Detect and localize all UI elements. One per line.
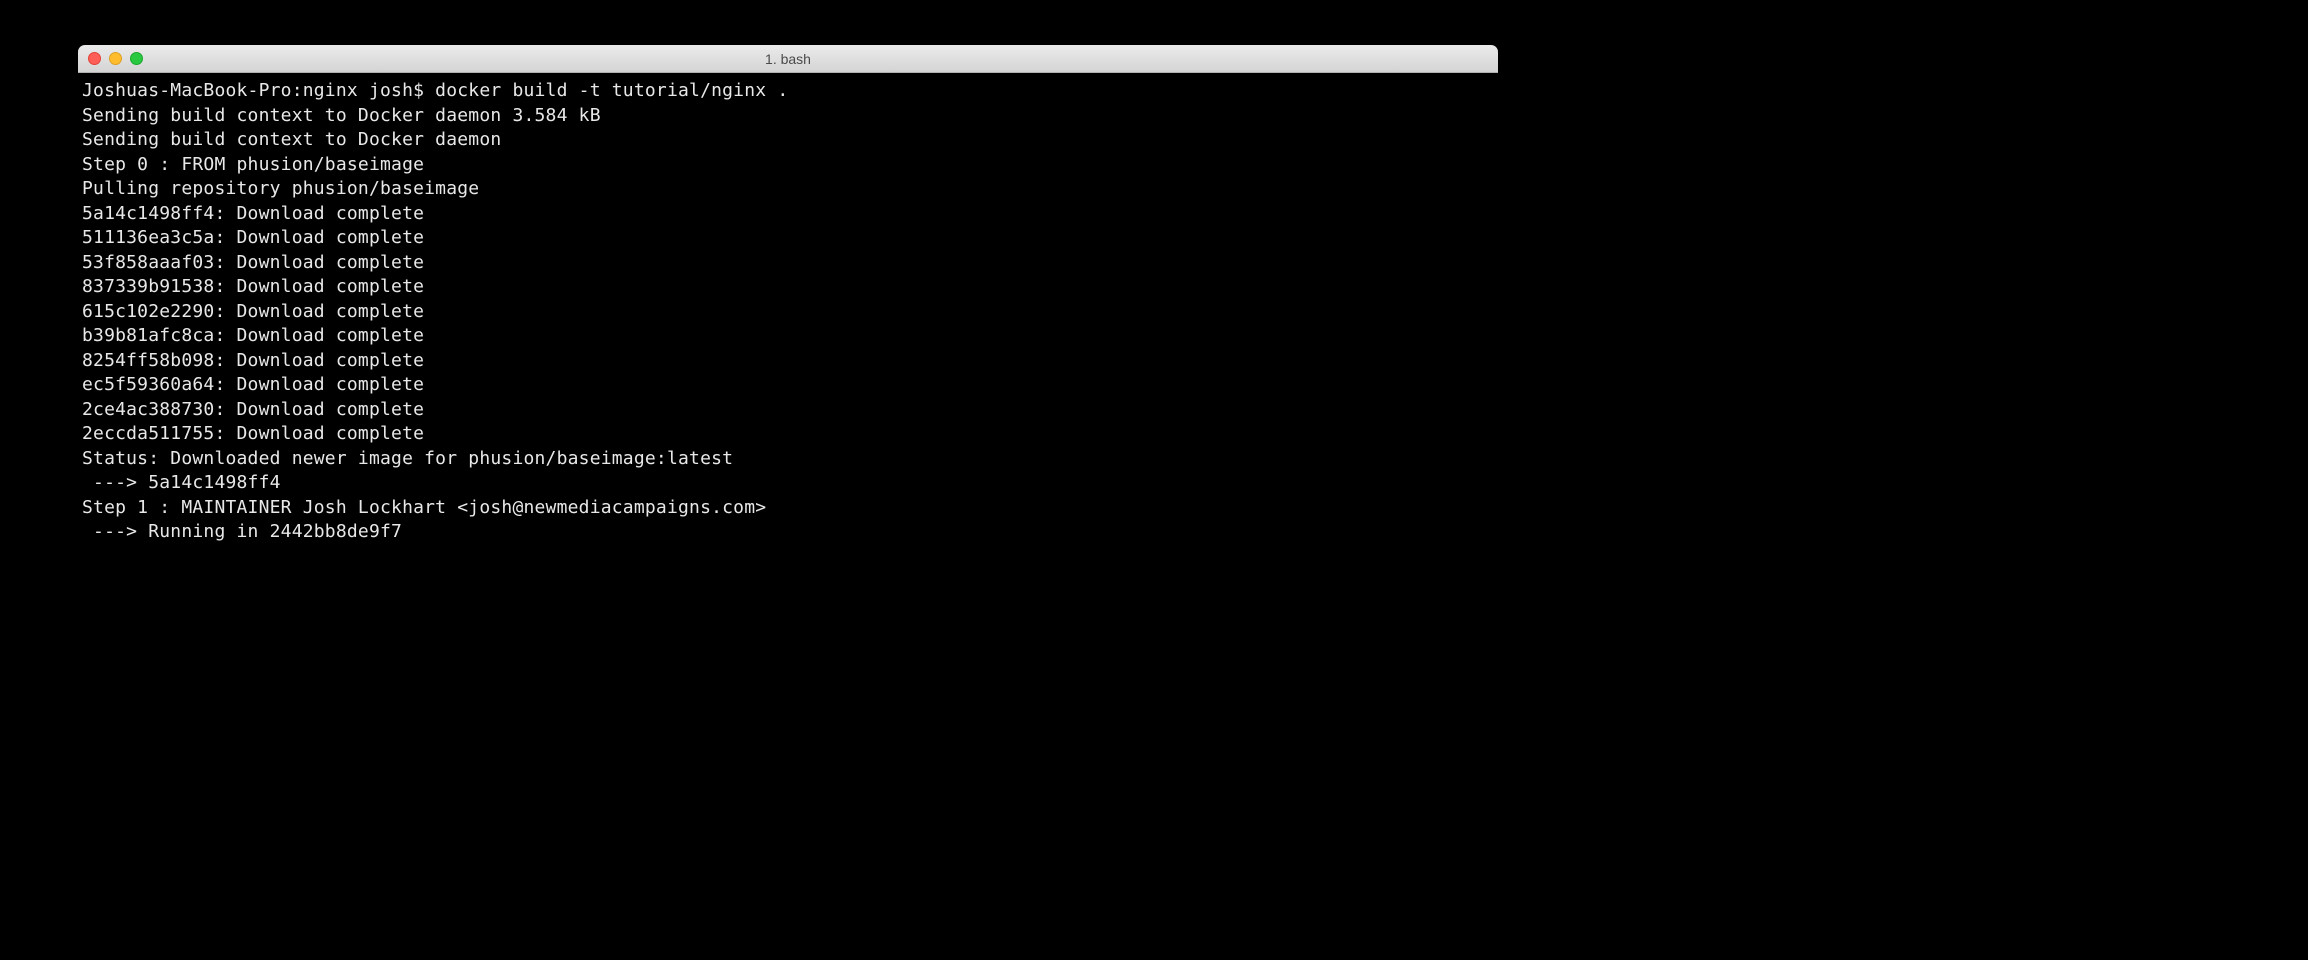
terminal-line: Pulling repository phusion/baseimage	[82, 177, 1494, 202]
terminal-line: 8254ff58b098: Download complete	[82, 349, 1494, 374]
minimize-icon[interactable]	[109, 52, 122, 65]
terminal-line: Joshuas-MacBook-Pro:nginx josh$ docker b…	[82, 79, 1494, 104]
terminal-line: Step 1 : MAINTAINER Josh Lockhart <josh@…	[82, 496, 1494, 521]
terminal-line: Status: Downloaded newer image for phusi…	[82, 447, 1494, 472]
terminal-line: 837339b91538: Download complete	[82, 275, 1494, 300]
title-bar[interactable]: 1. bash	[78, 45, 1498, 73]
terminal-line: 615c102e2290: Download complete	[82, 300, 1494, 325]
traffic-lights	[88, 52, 143, 65]
terminal-line: ---> Running in 2442bb8de9f7	[82, 520, 1494, 545]
terminal-line: b39b81afc8ca: Download complete	[82, 324, 1494, 349]
window-title: 1. bash	[78, 51, 1498, 67]
terminal-line: ec5f59360a64: Download complete	[82, 373, 1494, 398]
terminal-line: Sending build context to Docker daemon	[82, 128, 1494, 153]
maximize-icon[interactable]	[130, 52, 143, 65]
terminal-body[interactable]: Joshuas-MacBook-Pro:nginx josh$ docker b…	[78, 73, 1498, 633]
terminal-line: ---> 5a14c1498ff4	[82, 471, 1494, 496]
terminal-line: 53f858aaaf03: Download complete	[82, 251, 1494, 276]
close-icon[interactable]	[88, 52, 101, 65]
terminal-window: 1. bash Joshuas-MacBook-Pro:nginx josh$ …	[78, 45, 1498, 633]
terminal-line: Sending build context to Docker daemon 3…	[82, 104, 1494, 129]
terminal-line: Step 0 : FROM phusion/baseimage	[82, 153, 1494, 178]
terminal-line: 2eccda511755: Download complete	[82, 422, 1494, 447]
terminal-line: 511136ea3c5a: Download complete	[82, 226, 1494, 251]
terminal-line: 2ce4ac388730: Download complete	[82, 398, 1494, 423]
terminal-line: 5a14c1498ff4: Download complete	[82, 202, 1494, 227]
